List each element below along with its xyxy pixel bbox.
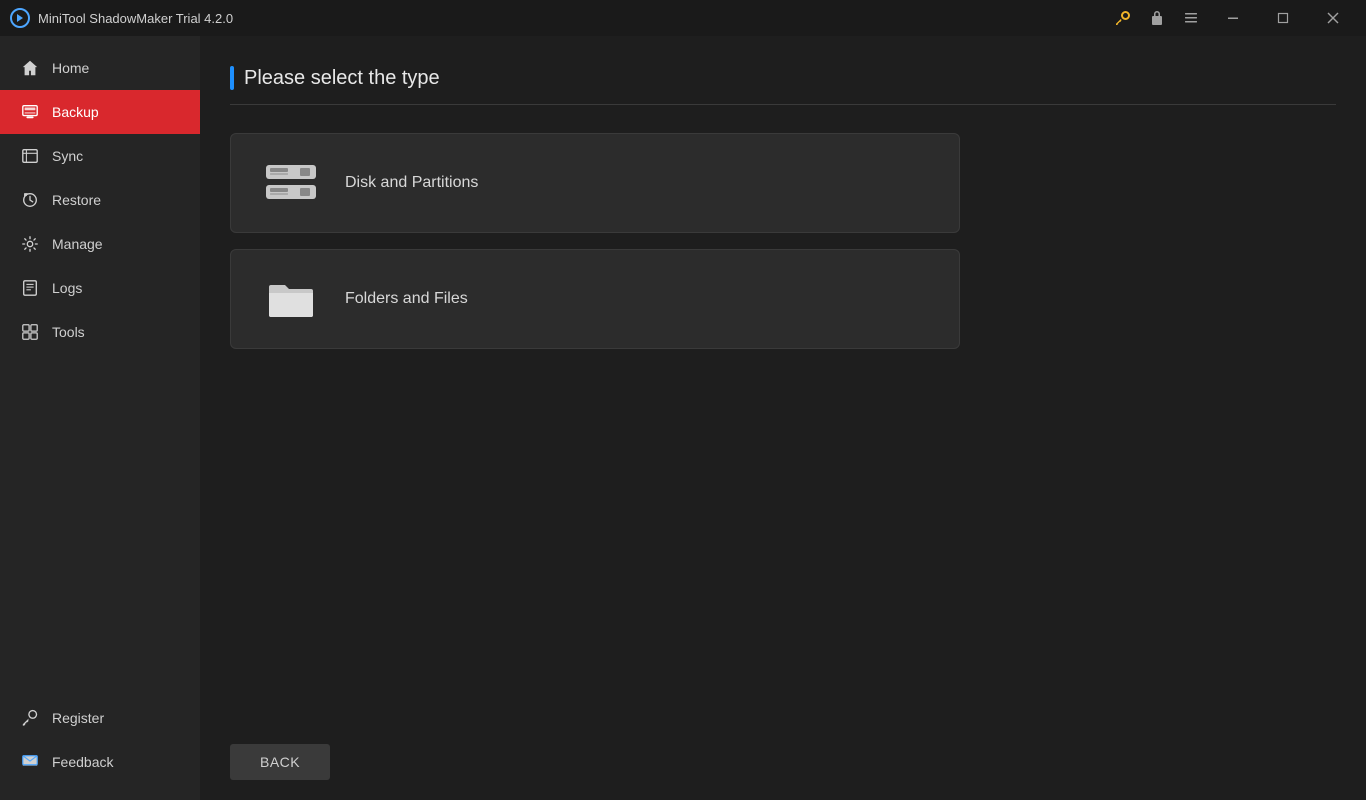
sidebar-item-logs[interactable]: Logs (0, 266, 200, 310)
sidebar-item-restore-label: Restore (52, 192, 101, 208)
back-button-container: BACK (230, 744, 330, 780)
page-header: Please select the type (230, 66, 1336, 105)
sidebar-item-backup[interactable]: Backup (0, 90, 200, 134)
register-icon (20, 708, 40, 728)
sidebar-register-label: Register (52, 710, 104, 726)
sidebar-item-tools[interactable]: Tools (0, 310, 200, 354)
restore-button[interactable] (1260, 0, 1306, 36)
logs-icon (20, 278, 40, 298)
minimize-button[interactable] (1210, 0, 1256, 36)
app-title: MiniTool ShadowMaker Trial 4.2.0 (38, 11, 233, 26)
app-logo (10, 8, 30, 28)
key-icon[interactable] (1108, 3, 1138, 33)
titlebar: MiniTool ShadowMaker Trial 4.2.0 (0, 0, 1366, 36)
home-icon (20, 58, 40, 78)
sidebar: Home Backup Sync Restore Manage (0, 36, 200, 800)
sidebar-item-home-label: Home (52, 60, 89, 76)
sidebar-item-feedback[interactable]: Feedback (0, 740, 200, 784)
feedback-icon (20, 752, 40, 772)
main-layout: Home Backup Sync Restore Manage (0, 36, 1366, 800)
sidebar-item-sync-label: Sync (52, 148, 83, 164)
content-area: Please select the type Disk and Part (200, 36, 1366, 800)
folders-files-card[interactable]: Folders and Files (230, 249, 960, 349)
page-title: Please select the type (244, 67, 440, 90)
disk-icon (261, 158, 321, 208)
sidebar-feedback-label: Feedback (52, 754, 113, 770)
restore-icon (20, 190, 40, 210)
sidebar-item-home[interactable]: Home (0, 46, 200, 90)
backup-icon (20, 102, 40, 122)
lock-icon[interactable] (1142, 3, 1172, 33)
accent-bar (230, 66, 234, 90)
sidebar-item-logs-label: Logs (52, 280, 82, 296)
folders-files-label: Folders and Files (345, 290, 468, 308)
tools-icon (20, 322, 40, 342)
manage-icon (20, 234, 40, 254)
sync-icon (20, 146, 40, 166)
sidebar-item-restore[interactable]: Restore (0, 178, 200, 222)
sidebar-item-backup-label: Backup (52, 104, 99, 120)
disk-partitions-label: Disk and Partitions (345, 174, 478, 192)
sidebar-item-manage[interactable]: Manage (0, 222, 200, 266)
sidebar-item-tools-label: Tools (52, 324, 85, 340)
back-button[interactable]: BACK (230, 744, 330, 780)
sidebar-item-register[interactable]: Register (0, 696, 200, 740)
folder-icon (261, 274, 321, 324)
sidebar-item-manage-label: Manage (52, 236, 103, 252)
close-button[interactable] (1310, 0, 1356, 36)
disk-partitions-card[interactable]: Disk and Partitions (230, 133, 960, 233)
sidebar-item-sync[interactable]: Sync (0, 134, 200, 178)
menu-icon[interactable] (1176, 3, 1206, 33)
titlebar-left: MiniTool ShadowMaker Trial 4.2.0 (10, 8, 233, 28)
titlebar-controls (1108, 0, 1356, 36)
